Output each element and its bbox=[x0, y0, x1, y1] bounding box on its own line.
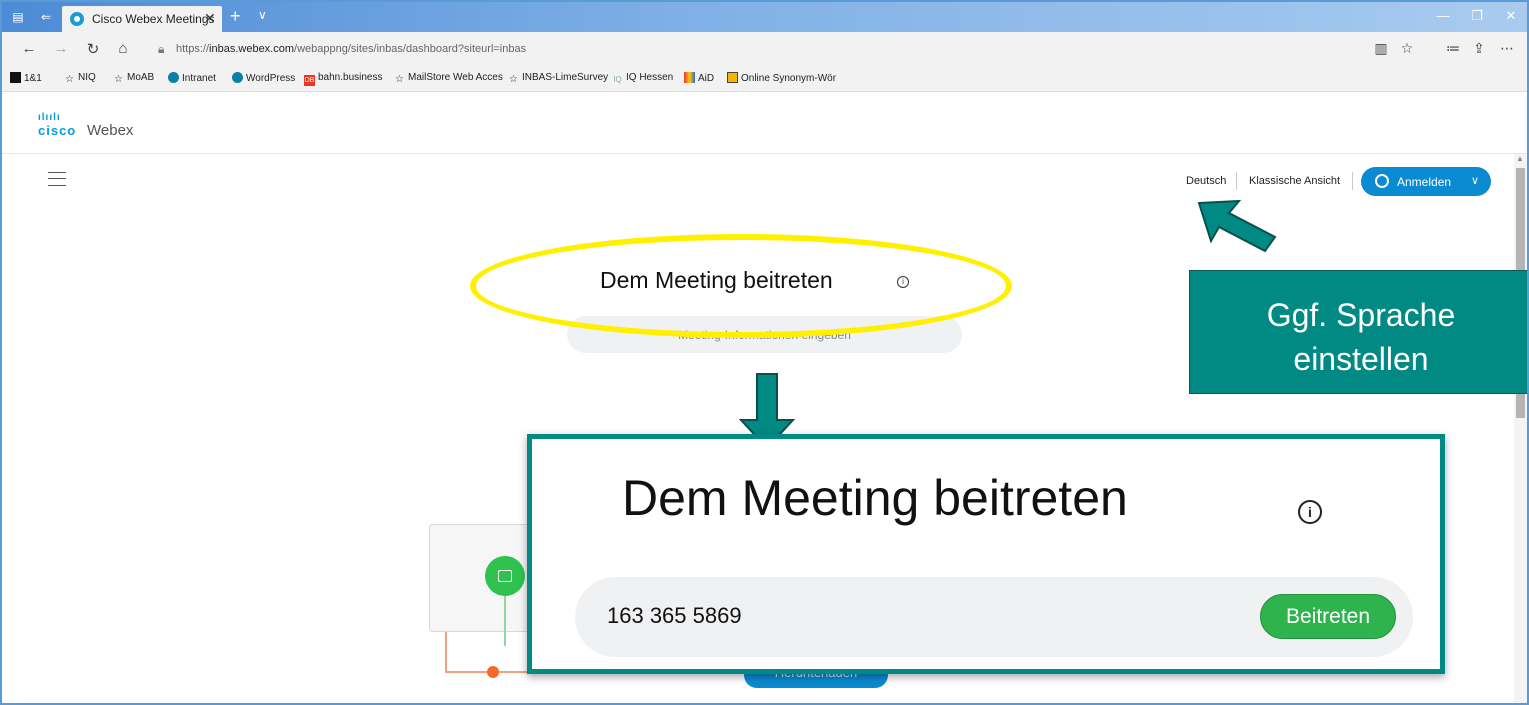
webex-favicon-icon bbox=[70, 12, 84, 26]
star-icon: ☆ bbox=[395, 74, 404, 85]
new-tab-icon[interactable]: + bbox=[230, 6, 241, 27]
iq-icon: IQ bbox=[613, 75, 622, 84]
webex-logo-text: Webex bbox=[87, 122, 134, 139]
restore-icon[interactable]: ❐ bbox=[1462, 8, 1492, 24]
home-icon[interactable]: ⌂ bbox=[112, 40, 134, 57]
url-prefix: https:// bbox=[176, 43, 210, 55]
favorite-star-icon[interactable]: ☆ bbox=[1396, 40, 1418, 57]
favorite-item[interactable]: ☆ MailStore Web Acces bbox=[394, 72, 503, 85]
divider bbox=[1236, 172, 1237, 190]
black-square-icon bbox=[10, 72, 21, 83]
favorites-bar: 1&1 ☆ NIQ ☆ MoAB Intranet WordPress DB bahn… bbox=[2, 66, 1527, 92]
teal-drop-icon bbox=[232, 72, 243, 83]
share-icon[interactable]: ⇪ bbox=[1468, 40, 1490, 57]
sign-in-label: Anmelden bbox=[1397, 175, 1452, 189]
browser-window: ▤ ⇐ Cisco Webex Meetings ✕ + ∨ — ❐ ✕ ← →… bbox=[0, 0, 1529, 705]
webex-icon bbox=[1375, 174, 1389, 188]
url-path: /webappng/sites/inbas/dashboard?siteurl=… bbox=[294, 43, 527, 55]
grid-icon bbox=[684, 72, 695, 83]
more-icon[interactable]: ⋯ bbox=[1496, 40, 1518, 57]
video-camera-icon bbox=[485, 556, 525, 596]
join-button[interactable]: Beitreten bbox=[1260, 594, 1396, 639]
illustration-line bbox=[445, 632, 447, 672]
scroll-up-icon[interactable]: ▲ bbox=[1516, 154, 1524, 163]
url-field[interactable]: https://inbas.webex.com/webappng/sites/i… bbox=[176, 43, 526, 55]
tab-title: Cisco Webex Meetings bbox=[92, 12, 215, 26]
divider bbox=[1352, 172, 1353, 190]
reading-view-icon[interactable]: ▥ bbox=[1370, 40, 1392, 57]
illustration-dot bbox=[487, 666, 499, 678]
callout-text-line: Ggf. Sprache bbox=[1266, 297, 1456, 333]
teal-drop-icon bbox=[168, 72, 179, 83]
classic-view-link[interactable]: Klassische Ansicht bbox=[1249, 175, 1340, 187]
db-icon: DB bbox=[304, 75, 315, 86]
minimize-icon[interactable]: — bbox=[1428, 8, 1458, 23]
scrollbar[interactable]: ▲ bbox=[1514, 154, 1527, 703]
favorite-item[interactable]: DB bahn.business bbox=[304, 72, 383, 86]
favorite-item[interactable]: IQ IQ Hessen bbox=[612, 72, 673, 85]
zoomed-join-panel: Dem Meeting beitreten i 163 365 5869 Bei… bbox=[527, 434, 1445, 674]
favorites-list-icon[interactable]: ≔ bbox=[1442, 40, 1464, 57]
book-icon bbox=[727, 72, 738, 83]
favorite-item[interactable]: Intranet bbox=[168, 72, 216, 84]
favorite-item[interactable]: Online Synonym-Wör bbox=[727, 72, 836, 84]
star-icon: ☆ bbox=[65, 74, 74, 85]
back-icon[interactable]: ← bbox=[18, 40, 40, 57]
hamburger-menu-icon[interactable] bbox=[48, 172, 66, 186]
illustration-line bbox=[504, 596, 506, 646]
favorite-item[interactable]: WordPress bbox=[232, 72, 295, 84]
callout-text-line: einstellen bbox=[1293, 341, 1429, 377]
tab-close-icon[interactable]: ✕ bbox=[204, 10, 216, 27]
arrow-up-left-icon bbox=[1197, 199, 1277, 253]
chevron-down-icon: ∨ bbox=[1471, 175, 1480, 187]
url-host: inbas.webex.com bbox=[209, 43, 295, 55]
tab-cisco-webex[interactable]: Cisco Webex Meetings ✕ bbox=[62, 6, 222, 32]
cisco-logo-bars: ılıılı bbox=[38, 112, 61, 123]
star-icon: ☆ bbox=[114, 74, 123, 85]
close-window-icon[interactable]: ✕ bbox=[1496, 8, 1526, 24]
chevron-down-icon[interactable]: ∨ bbox=[258, 8, 267, 22]
forward-icon[interactable]: → bbox=[50, 40, 72, 57]
lock-icon: 🔒︎ bbox=[158, 42, 165, 56]
webex-header: ılıılı cisco Webex bbox=[2, 92, 1527, 154]
favorite-item[interactable]: ☆ INBAS-LimeSurvey bbox=[508, 72, 608, 85]
address-bar-row: ← → ↻ ⌂ 🔒︎ https://inbas.webex.com/webap… bbox=[2, 32, 1527, 66]
favorite-item[interactable]: AiD bbox=[684, 72, 714, 84]
highlight-ellipse bbox=[470, 234, 1012, 338]
meeting-number-field[interactable]: 163 365 5869 Beitreten bbox=[575, 577, 1413, 657]
language-link[interactable]: Deutsch bbox=[1186, 175, 1226, 187]
cisco-logo-text: cisco bbox=[38, 123, 77, 138]
tab-actions-icon[interactable]: ▤ bbox=[10, 9, 26, 25]
refresh-icon[interactable]: ↻ bbox=[82, 40, 104, 58]
title-bar: ▤ ⇐ Cisco Webex Meetings ✕ + ∨ — ❐ ✕ bbox=[2, 2, 1527, 32]
set-aside-tabs-icon[interactable]: ⇐ bbox=[38, 9, 54, 25]
favorite-item[interactable]: 1&1 bbox=[10, 72, 42, 84]
zoomed-title: Dem Meeting beitreten bbox=[622, 470, 1128, 526]
meeting-number-value: 163 365 5869 bbox=[607, 603, 742, 628]
language-callout: Ggf. Sprache einstellen bbox=[1189, 270, 1527, 394]
favorite-item[interactable]: ☆ NIQ bbox=[64, 72, 96, 85]
sign-in-button[interactable]: Anmelden ∨ bbox=[1361, 167, 1491, 196]
star-icon: ☆ bbox=[509, 74, 518, 85]
favorite-item[interactable]: ☆ MoAB bbox=[113, 72, 154, 85]
info-icon[interactable]: i bbox=[1298, 500, 1322, 524]
